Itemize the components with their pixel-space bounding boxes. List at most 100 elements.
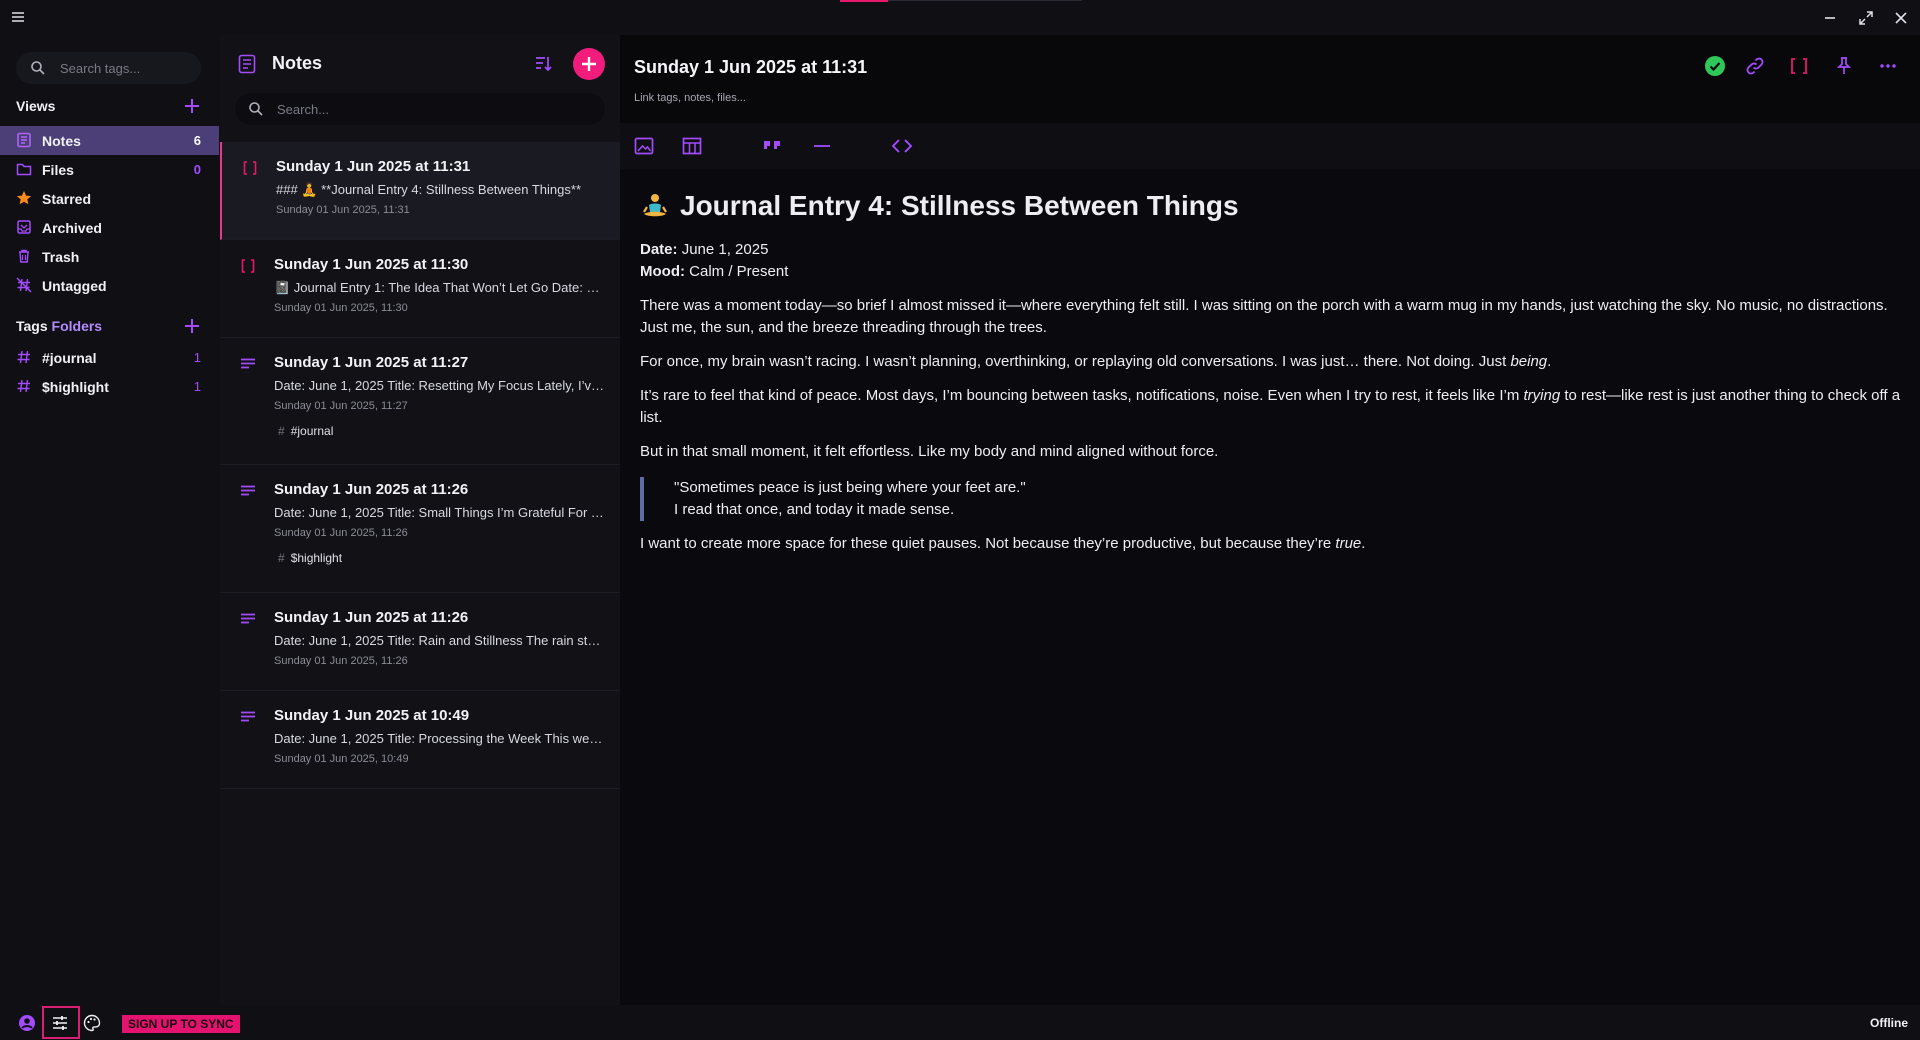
note-preview: 📓 Journal Entry 1: The Idea That Won’t L… [274,280,604,295]
add-tag-icon[interactable] [183,317,201,335]
notes-list-panel: Notes Sunday 1 Jun 2025 at 11:31 ### 🧘 *… [220,35,620,1005]
sign-up-to-sync-button[interactable]: SIGN UP TO SYNC [122,1015,240,1033]
note-list-item[interactable]: Sunday 1 Jun 2025 at 11:27 Date: June 1,… [220,338,620,465]
note-list-item[interactable]: Sunday 1 Jun 2025 at 11:26 Date: June 1,… [220,593,620,691]
close-icon[interactable] [1891,8,1911,28]
note-list-item[interactable]: Sunday 1 Jun 2025 at 10:49 Date: June 1,… [220,691,620,789]
untagged-icon [16,277,32,293]
note-heading-text: Journal Entry 4: Stillness Between Thing… [680,190,1239,221]
formatting-toolbar [620,123,1920,169]
note-title: Sunday 1 Jun 2025 at 11:31 [276,158,471,175]
link-icon[interactable] [1744,55,1766,77]
hashtag-icon [16,378,32,394]
mood-value: Calm / Present [689,263,789,280]
tag-search-box [16,52,201,84]
sync-progress-track [888,0,1082,1]
search-icon [30,60,46,76]
status-bar: SIGN UP TO SYNC Offline [0,1005,1920,1040]
paragraph: But in that small moment, it felt effort… [640,443,1219,460]
sidebar-item-trash[interactable]: Trash [0,242,219,271]
folders-heading[interactable]: Folders [52,318,103,334]
table-icon[interactable] [681,135,703,157]
link-input[interactable]: Link tags, notes, files... [634,92,746,104]
hamburger-menu-icon[interactable] [10,9,26,25]
hashtag-icon [16,349,32,365]
plain-note-icon [240,483,256,499]
sidebar-item-label: Archived [42,219,102,236]
star-icon [16,190,32,206]
sidebar-tag-journal[interactable]: #journal 1 [0,343,219,372]
sidebar-item-count: 6 [193,133,201,148]
note-heading: Journal Entry 4: Stillness Between Thing… [640,189,1910,223]
note-date: Sunday 01 Jun 2025, 11:31 [276,204,410,216]
note-date: Sunday 01 Jun 2025, 11:26 [274,527,408,539]
quote-line: I read that once, and today it made sens… [674,501,955,518]
paragraph-text: It’s rare to feel that kind of peace. Mo… [640,387,1524,404]
pin-icon[interactable] [1833,55,1855,77]
sidebar-item-starred[interactable]: Starred [0,184,219,213]
note-tag-label: $highlight [290,551,343,565]
editor-pane: Sunday 1 Jun 2025 at 11:31 Link tags, no… [620,35,1920,1005]
sync-progress-indicator [840,0,888,2]
sliders-icon[interactable] [51,1014,69,1032]
note-content[interactable]: Journal Entry 4: Stillness Between Thing… [640,185,1910,555]
note-title: Sunday 1 Jun 2025 at 11:26 [274,609,469,626]
paragraph-text: . [1547,353,1552,370]
add-view-icon[interactable] [183,97,201,115]
divider-icon[interactable] [811,135,833,157]
title-bar [0,0,1920,35]
sync-status-check-icon[interactable] [1704,55,1726,77]
paragraph: For once, my brain wasn’t racing. I wasn… [640,351,1910,373]
app-window: Views Notes 6 Files 0 Starred [0,0,1920,1040]
sidebar-tag-highlight[interactable]: $highlight 1 [0,372,219,401]
note-search-input[interactable] [277,93,597,125]
note-type-icon[interactable] [1788,55,1810,77]
note-preview: ### 🧘 **Journal Entry 4: Stillness Betwe… [276,182,581,197]
palette-icon[interactable] [83,1014,101,1032]
emphasis-text: true [1335,535,1362,552]
minimize-icon[interactable] [1820,8,1840,28]
sidebar-item-notes[interactable]: Notes 6 [0,126,219,155]
note-tag-chip[interactable]: # #journal [278,424,333,438]
note-date: Sunday 01 Jun 2025, 11:27 [274,400,408,412]
plain-note-icon [240,356,256,372]
code-icon[interactable] [891,135,913,157]
account-icon[interactable] [18,1014,36,1032]
note-title-field[interactable]: Sunday 1 Jun 2025 at 11:31 [634,57,867,78]
tag-search-input[interactable] [60,52,195,84]
more-options-icon[interactable] [1877,55,1899,77]
mood-label: Mood: [640,263,685,280]
quote-icon[interactable] [761,135,783,157]
note-list-item[interactable]: Sunday 1 Jun 2025 at 11:30 📓 Journal Ent… [220,240,620,338]
note-list-item[interactable]: Sunday 1 Jun 2025 at 11:26 Date: June 1,… [220,465,620,593]
note-preview: Date: June 1, 2025 Title: Small Things I… [274,505,604,520]
tags-heading[interactable]: Tags [16,318,48,334]
archive-icon [16,219,32,235]
search-icon [248,101,264,117]
date-line: Date: June 1, 2025 [640,239,1910,261]
list-title: Notes [272,53,323,73]
super-note-icon [240,258,256,274]
sidebar-item-label: Files [42,161,74,178]
sidebar-item-count: 0 [193,162,201,177]
blockquote: "Sometimes peace is just being where you… [640,477,1910,521]
maximize-icon[interactable] [1856,8,1876,28]
paragraph: It’s rare to feel that kind of peace. Mo… [640,385,1910,429]
note-tag-chip[interactable]: # $highlight [278,551,342,565]
note-title: Sunday 1 Jun 2025 at 11:27 [274,354,469,371]
sidebar-item-archived[interactable]: Archived [0,213,219,242]
mood-line: Mood: Calm / Present [640,261,1910,283]
new-note-button[interactable] [573,48,605,80]
note-preview: Date: June 1, 2025 Title: Processing the… [274,731,604,746]
note-list-item[interactable]: Sunday 1 Jun 2025 at 11:31 ### 🧘 **Journ… [220,142,620,240]
sidebar-item-files[interactable]: Files 0 [0,155,219,184]
sort-icon[interactable] [532,53,554,75]
editor-header: Sunday 1 Jun 2025 at 11:31 Link tags, no… [620,35,1920,123]
image-icon[interactable] [633,135,655,157]
sidebar-item-untagged[interactable]: Untagged [0,271,219,300]
date-value: June 1, 2025 [681,241,769,258]
notes-icon [16,132,32,148]
note-preview: Date: June 1, 2025 Title: Resetting My F… [274,378,604,393]
note-tag-label: #journal [290,424,334,438]
sidebar-tag-count: 1 [193,379,201,394]
